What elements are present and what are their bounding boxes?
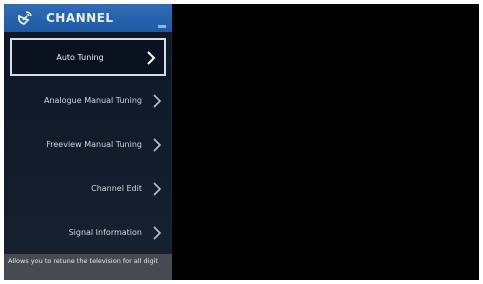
tv-screen: CHANNEL Auto Tuning Analogue Manual Tuni… <box>4 4 479 280</box>
help-hint: Allows you to retune the television for … <box>4 254 172 280</box>
menu-item-label: Auto Tuning <box>56 52 104 62</box>
menu-item-auto-tuning[interactable]: Auto Tuning <box>10 38 166 76</box>
chevron-right-icon <box>152 93 162 108</box>
menu-item-label: Analogue Manual Tuning <box>44 95 142 105</box>
menu-header: CHANNEL <box>4 4 172 32</box>
menu-title: CHANNEL <box>46 11 114 25</box>
chevron-right-icon <box>152 181 162 196</box>
chevron-right-icon <box>152 137 162 152</box>
menu-item-label: Signal Information <box>68 227 142 237</box>
menu-item-label: Freeview Manual Tuning <box>46 139 142 149</box>
menu-item-channel-edit[interactable]: Channel Edit <box>4 166 172 210</box>
preview-area <box>172 4 479 280</box>
menu-item-label: Channel Edit <box>91 183 142 193</box>
satellite-dish-icon <box>14 7 36 29</box>
chevron-right-icon <box>146 50 156 65</box>
menu-item-signal-information[interactable]: Signal Information <box>4 210 172 254</box>
menu-item-freeview-manual-tuning[interactable]: Freeview Manual Tuning <box>4 122 172 166</box>
menu-item-analogue-manual-tuning[interactable]: Analogue Manual Tuning <box>4 78 172 122</box>
chevron-right-icon <box>152 225 162 240</box>
channel-menu-panel: CHANNEL Auto Tuning Analogue Manual Tuni… <box>4 4 172 280</box>
header-indicator <box>158 25 166 28</box>
menu-list: Auto Tuning Analogue Manual Tuning Freev… <box>4 34 172 254</box>
